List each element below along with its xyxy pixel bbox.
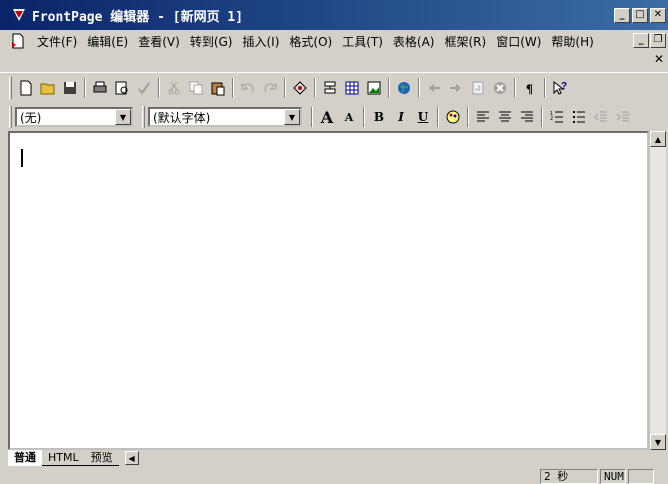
menu-tools[interactable]: 工具(T) <box>337 33 388 50</box>
title-bar: FrontPage 编辑器 - [新网页 1] _ □ ✕ <box>0 0 668 30</box>
italic-icon[interactable]: I <box>390 106 412 128</box>
align-center-icon[interactable] <box>494 106 516 128</box>
scroll-up-icon[interactable]: ▲ <box>650 131 666 147</box>
bold-icon[interactable]: B <box>368 106 390 128</box>
menu-bar: 文件(F) 编辑(E) 查看(V) 转到(G) 插入(I) 格式(O) 工具(T… <box>0 30 668 52</box>
print-icon[interactable] <box>89 77 111 99</box>
status-time: 2 秒 <box>540 468 598 484</box>
menu-insert[interactable]: 插入(I) <box>237 33 284 50</box>
close-button[interactable]: ✕ <box>650 8 666 23</box>
scroll-down-icon[interactable]: ▼ <box>650 434 666 450</box>
refresh-icon[interactable] <box>467 77 489 99</box>
menu-frame[interactable]: 框架(R) <box>439 33 491 50</box>
document-icon[interactable] <box>10 33 26 49</box>
bulleted-list-icon[interactable] <box>568 106 590 128</box>
separator <box>314 77 316 98</box>
separator <box>232 77 234 98</box>
tab-normal[interactable]: 普通 <box>8 450 42 466</box>
chevron-down-icon[interactable]: ▼ <box>115 109 131 125</box>
window-title: FrontPage 编辑器 - [新网页 1] <box>32 9 244 25</box>
show-all-pilcrow-icon[interactable]: ¶ <box>519 77 541 99</box>
doc-minimize-button[interactable]: _ <box>633 33 649 48</box>
separator <box>541 107 543 127</box>
font-dropdown[interactable]: (默认字体) ▼ <box>148 107 302 127</box>
menu-table[interactable]: 表格(A) <box>388 33 440 50</box>
editor-canvas[interactable] <box>8 131 649 450</box>
stop-icon[interactable] <box>489 77 511 99</box>
back-icon[interactable] <box>423 77 445 99</box>
menu-view[interactable]: 查看(V) <box>133 33 185 50</box>
insert-image-icon[interactable] <box>363 77 385 99</box>
new-page-icon[interactable] <box>15 77 37 99</box>
insert-form-field-icon[interactable] <box>319 77 341 99</box>
separator <box>418 77 420 98</box>
separator <box>388 77 390 98</box>
toolbar-grip[interactable] <box>9 106 12 128</box>
tab-html[interactable]: HTML <box>42 450 85 466</box>
standard-toolbar: ¶ ? <box>0 72 668 102</box>
format-toolbar: (无) ▼ (默认字体) ▼ A A B I U 12 <box>0 102 668 132</box>
align-left-icon[interactable] <box>472 106 494 128</box>
print-preview-icon[interactable] <box>111 77 133 99</box>
separator <box>84 77 86 98</box>
separator <box>544 77 546 98</box>
minimize-button[interactable]: _ <box>614 8 630 23</box>
font-dropdown-value: (默认字体) <box>153 110 211 125</box>
status-bar: 2 秒 NUM <box>0 468 668 484</box>
cut-icon[interactable] <box>163 77 185 99</box>
toolbar-grip[interactable] <box>9 76 12 99</box>
align-right-icon[interactable] <box>516 106 538 128</box>
status-blank <box>628 468 654 484</box>
menu-edit[interactable]: 编辑(E) <box>82 33 133 50</box>
scroll-left-icon[interactable]: ◀ <box>124 451 139 465</box>
menu-window[interactable]: 窗口(W) <box>491 33 546 50</box>
view-tabs: 普通 HTML 预览 ◀ <box>8 450 666 466</box>
svg-text:2: 2 <box>550 116 553 122</box>
tab-preview[interactable]: 预览 <box>84 450 119 466</box>
doc-close-button[interactable]: ✕ <box>654 52 664 66</box>
text-caret <box>21 149 23 167</box>
frontpage-app-icon[interactable] <box>10 6 28 24</box>
separator <box>514 77 516 98</box>
forward-icon[interactable] <box>445 77 467 99</box>
decrease-indent-icon[interactable] <box>590 106 612 128</box>
doc-restore-button[interactable]: ❐ <box>650 33 666 48</box>
hyperlink-icon[interactable] <box>393 77 415 99</box>
separator <box>363 107 365 127</box>
undo-icon[interactable] <box>237 77 259 99</box>
open-folder-icon[interactable] <box>37 77 59 99</box>
spelling-icon[interactable] <box>133 77 155 99</box>
toolbar-grip[interactable] <box>142 106 145 128</box>
numbered-list-icon[interactable]: 12 <box>546 106 568 128</box>
style-dropdown-value: (无) <box>20 110 42 125</box>
style-dropdown[interactable]: (无) ▼ <box>15 107 133 127</box>
increase-indent-icon[interactable] <box>612 106 634 128</box>
menu-file[interactable]: 文件(F) <box>32 33 82 50</box>
separator <box>158 77 160 98</box>
maximize-button[interactable]: □ <box>632 8 648 23</box>
separator <box>467 107 469 127</box>
status-num: NUM <box>600 468 626 484</box>
save-icon[interactable] <box>59 77 81 99</box>
separator <box>437 107 439 127</box>
paste-icon[interactable] <box>207 77 229 99</box>
vertical-scrollbar[interactable]: ▲ ▼ <box>649 131 666 450</box>
menu-go[interactable]: 转到(G) <box>185 33 238 50</box>
text-color-icon[interactable] <box>442 106 464 128</box>
insert-table-icon[interactable] <box>341 77 363 99</box>
menu-help[interactable]: 帮助(H) <box>546 33 598 50</box>
increase-font-size-icon[interactable]: A <box>316 106 338 128</box>
menu-format[interactable]: 格式(O) <box>284 33 337 50</box>
decrease-font-size-icon[interactable]: A <box>338 106 360 128</box>
separator <box>284 77 286 98</box>
underline-icon[interactable]: U <box>412 106 434 128</box>
context-help-icon[interactable]: ? <box>549 77 571 99</box>
copy-icon[interactable] <box>185 77 207 99</box>
redo-icon[interactable] <box>259 77 281 99</box>
svg-text:?: ? <box>561 81 567 92</box>
chevron-down-icon[interactable]: ▼ <box>284 109 300 125</box>
separator <box>311 107 313 127</box>
svg-text:¶: ¶ <box>526 81 533 96</box>
webbot-component-icon[interactable] <box>289 77 311 99</box>
